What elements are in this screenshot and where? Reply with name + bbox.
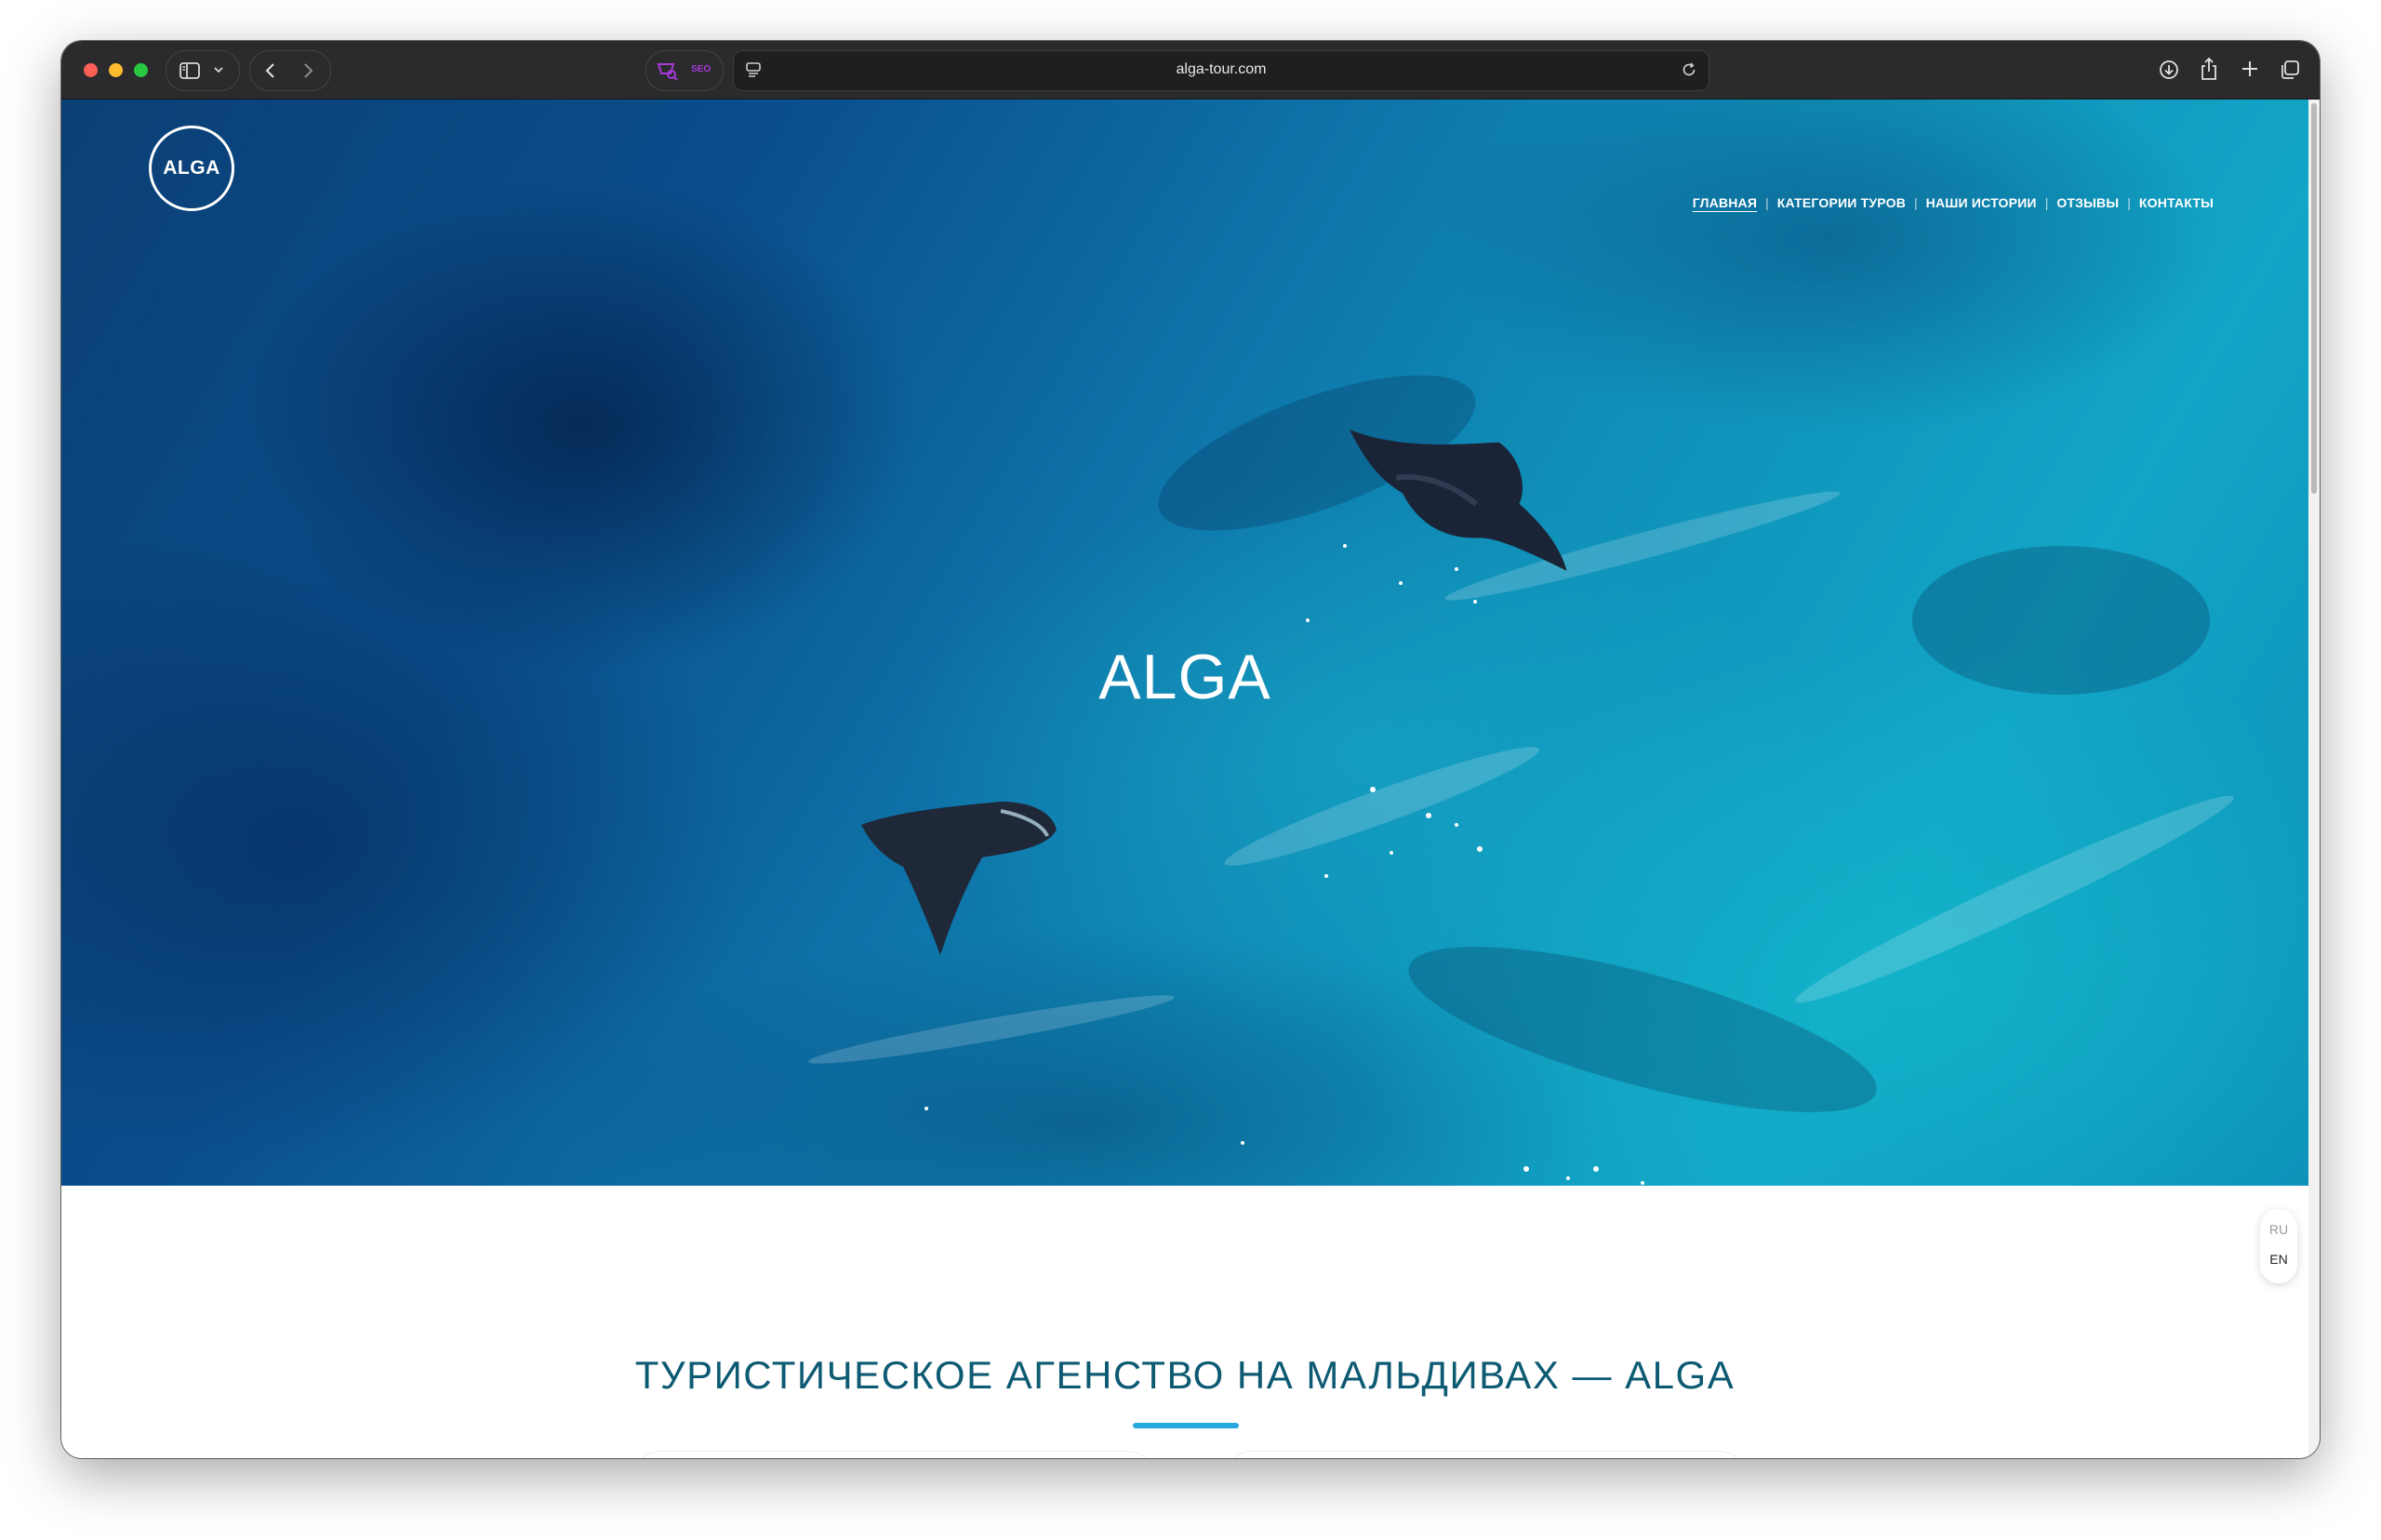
browser-window: SEO alga-tour.com ALGA ГЛАВНАЯ | КАТЕГОР… <box>61 41 2320 1458</box>
seo-badge: SEO <box>691 64 712 74</box>
nav-item-tour-categories[interactable]: КАТЕГОРИИ ТУРОВ <box>1777 195 1906 210</box>
language-switcher: RU EN <box>2260 1209 2297 1283</box>
share-icon[interactable] <box>2199 57 2219 81</box>
forward-icon[interactable] <box>300 61 315 80</box>
browser-toolbar: SEO alga-tour.com <box>61 41 2320 100</box>
content-card <box>1224 1451 1747 1458</box>
sidebar-icon <box>180 62 200 79</box>
language-ru-option[interactable]: RU <box>2260 1222 2297 1237</box>
nav-item-contacts[interactable]: КОНТАКТЫ <box>2139 195 2214 210</box>
hero-video-section: ALGA ГЛАВНАЯ | КАТЕГОРИИ ТУРОВ | НАШИ ИС… <box>61 100 2308 1186</box>
extension-icon <box>656 60 680 81</box>
navigation-buttons <box>249 50 331 91</box>
hero-title: ALGA <box>1098 642 1271 712</box>
chevron-down-icon <box>213 65 224 74</box>
manta-ray-lower <box>861 802 1057 955</box>
back-icon[interactable] <box>263 61 278 80</box>
scrollbar-thumb[interactable] <box>2311 103 2317 494</box>
main-content: ТУРИСТИЧЕСКОЕ АГЕНСТВО НА МАЛЬДИВАХ — AL… <box>61 1186 2308 1458</box>
nav-separator: | <box>2127 195 2131 210</box>
language-en-option[interactable]: EN <box>2260 1252 2297 1267</box>
sidebar-toggle-button[interactable] <box>166 50 240 91</box>
reload-icon[interactable] <box>1681 61 1697 78</box>
new-tab-icon[interactable] <box>2240 59 2260 79</box>
page-scrollbar[interactable] <box>2308 100 2320 1458</box>
minimize-window-button[interactable] <box>109 63 123 77</box>
title-underline-accent <box>1133 1423 1239 1428</box>
nav-item-reviews[interactable]: ОТЗЫВЫ <box>2056 195 2119 210</box>
nav-item-home[interactable]: ГЛАВНАЯ <box>1693 195 1757 210</box>
nav-separator: | <box>1914 195 1918 210</box>
address-bar[interactable]: alga-tour.com <box>733 50 1709 91</box>
url-text: alga-tour.com <box>1176 61 1267 77</box>
nav-item-our-stories[interactable]: НАШИ ИСТОРИИ <box>1926 195 2037 210</box>
nav-separator: | <box>2044 195 2049 210</box>
seo-extension-button[interactable]: SEO <box>645 50 724 91</box>
logo-text: ALGA <box>163 157 220 179</box>
tabs-overview-icon[interactable] <box>2279 59 2301 81</box>
close-window-button[interactable] <box>84 63 98 77</box>
main-navigation: ГЛАВНАЯ | КАТЕГОРИИ ТУРОВ | НАШИ ИСТОРИИ… <box>61 195 2214 210</box>
download-icon[interactable] <box>2158 59 2180 81</box>
section-title: ТУРИСТИЧЕСКОЕ АГЕНСТВО НА МАЛЬДИВАХ — AL… <box>634 1353 1736 1397</box>
nav-separator: | <box>1765 195 1769 210</box>
content-card <box>632 1451 1155 1458</box>
zoom-window-button[interactable] <box>134 63 148 77</box>
